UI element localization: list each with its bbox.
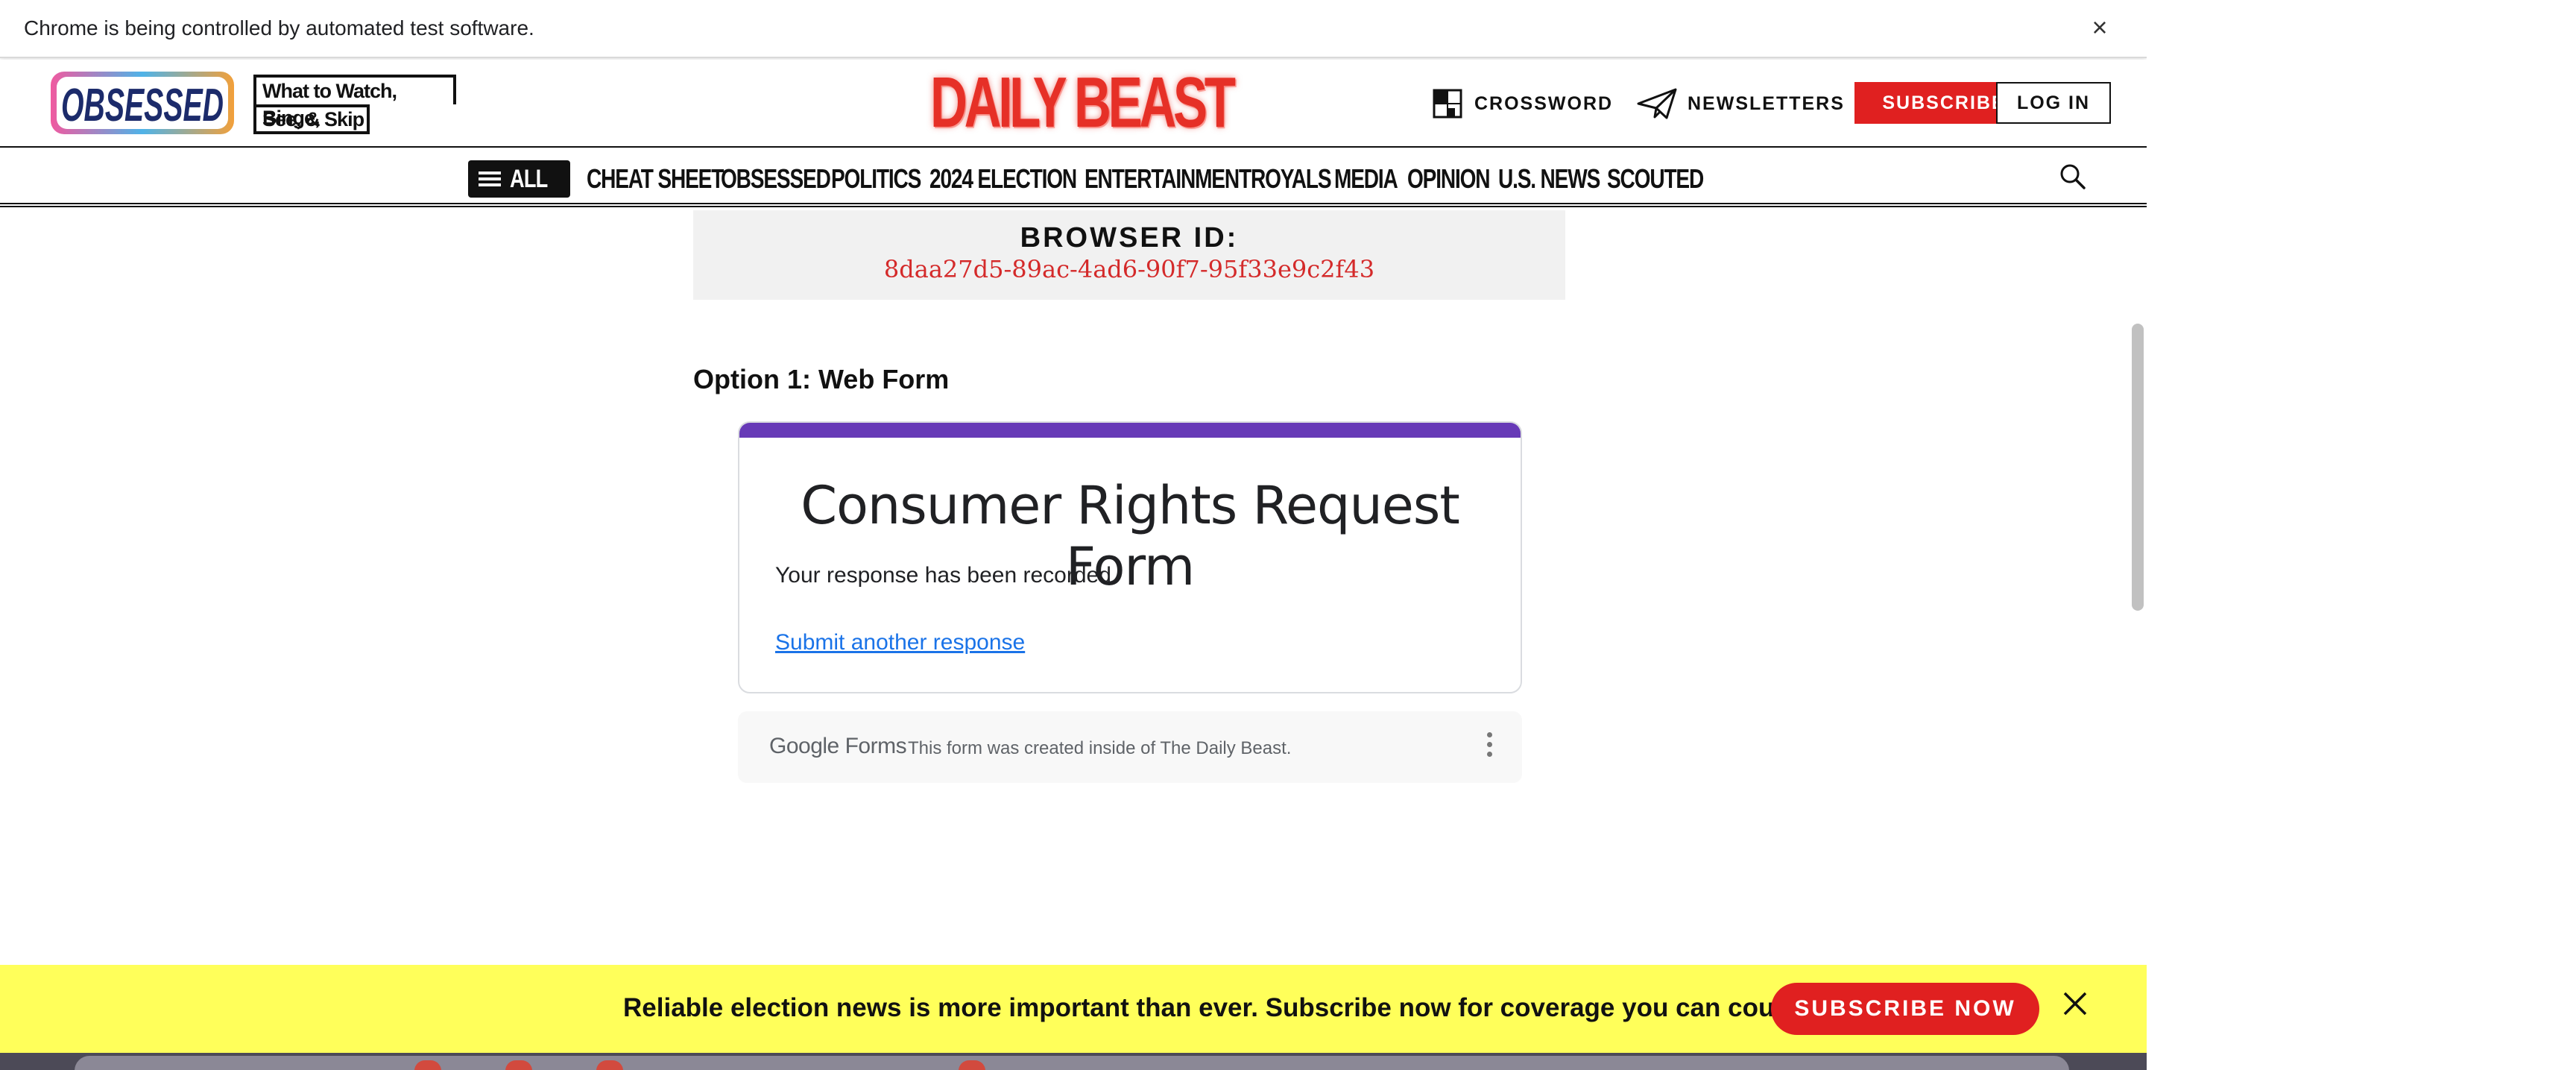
- obsessed-tagline: What to Watch, Binge, See, & Skip: [253, 75, 456, 134]
- promo-text: Reliable election news is more important…: [623, 993, 1846, 1022]
- newsletters-link[interactable]: NEWSLETTERS: [1637, 86, 1845, 121]
- nav-item-politics[interactable]: POLITICS: [831, 160, 921, 198]
- infobar-close-button[interactable]: ×: [2083, 10, 2117, 45]
- nav-item-us-news[interactable]: U.S. NEWS: [1498, 160, 1600, 198]
- newsletters-label: NEWSLETTERS: [1688, 92, 1845, 114]
- nav-item-royals[interactable]: ROYALS: [1251, 160, 1332, 198]
- infobar-message: Chrome is being controlled by automated …: [24, 16, 534, 40]
- google-forms-footer: Google Forms This form was created insid…: [738, 711, 1522, 783]
- all-menu-label: ALL: [510, 164, 548, 193]
- nav-item-cheat-sheet[interactable]: CHEAT SHEET: [587, 160, 724, 198]
- nav-item-entertainment[interactable]: ENTERTAINMENT: [1085, 160, 1251, 198]
- browser-id-title: BROWSER ID:: [1020, 222, 1239, 254]
- automation-infobar: Chrome is being controlled by automated …: [0, 0, 2147, 58]
- close-icon: [2063, 992, 2087, 1016]
- desktop-margin: [2147, 0, 2576, 1070]
- paper-plane-icon: [1637, 88, 1677, 119]
- option-heading: Option 1: Web Form: [693, 364, 950, 394]
- subscribe-promo-banner: Reliable election news is more important…: [0, 965, 2147, 1053]
- log-in-button[interactable]: LOG IN: [1996, 82, 2111, 124]
- partially-visible-content-strip: [0, 1053, 2147, 1070]
- nav-items: ALL CHEAT SHEET OBSESSED POLITICS 2024 E…: [468, 160, 1704, 198]
- form-accent-bar: [739, 423, 1521, 438]
- nav-item-scouted[interactable]: SCOUTED: [1607, 160, 1704, 198]
- nav-item-2024-election[interactable]: 2024 ELECTION: [929, 160, 1077, 198]
- form-confirmation-message: Your response has been recorded.: [775, 563, 1118, 588]
- nav-item-media[interactable]: MEDIA: [1334, 160, 1398, 198]
- google-form-card: Consumer Rights Request Form Your respon…: [738, 421, 1522, 693]
- promo-close-button[interactable]: [2060, 989, 2090, 1019]
- more-options-icon[interactable]: [1485, 732, 1494, 762]
- subscribe-now-button[interactable]: SUBSCRIBE NOW: [1771, 983, 2039, 1035]
- main-nav: ALL CHEAT SHEET OBSESSED POLITICS 2024 E…: [0, 149, 2147, 207]
- all-menu-button[interactable]: ALL: [468, 160, 571, 198]
- submit-another-response-link[interactable]: Submit another response: [775, 630, 1025, 655]
- site-header: OBSESSED What to Watch, Binge, See, & Sk…: [0, 60, 2147, 148]
- tagline-line-2: See, & Skip: [253, 104, 370, 134]
- search-icon: [2060, 164, 2086, 189]
- tagline-line-1: What to Watch, Binge,: [253, 75, 456, 129]
- hamburger-icon: [479, 171, 501, 186]
- forms-footer-note: This form was created inside of The Dail…: [908, 738, 1292, 758]
- crossword-icon: [1433, 89, 1462, 119]
- page-scrollbar-thumb[interactable]: [2132, 324, 2144, 611]
- nav-item-opinion[interactable]: OPINION: [1407, 160, 1491, 198]
- google-forms-logo[interactable]: Google Forms: [769, 734, 907, 759]
- browser-id-value: 8daa27d5-89ac-4ad6-90f7-95f33e9c2f43: [883, 255, 1375, 283]
- svg-text:OBSESSED: OBSESSED: [61, 80, 224, 131]
- partial-strip-inner: [75, 1056, 2069, 1070]
- obsessed-logo[interactable]: OBSESSED: [48, 67, 237, 139]
- browser-viewport: Chrome is being controlled by automated …: [0, 0, 2147, 1070]
- crossword-label: CROSSWORD: [1474, 92, 1614, 114]
- crossword-link[interactable]: CROSSWORD: [1431, 86, 1613, 121]
- daily-beast-logo[interactable]: DAILY BEAST: [930, 64, 1236, 142]
- nav-item-obsessed[interactable]: OBSESSED: [721, 160, 831, 198]
- browser-id-box: BROWSER ID: 8daa27d5-89ac-4ad6-90f7-95f3…: [693, 210, 1565, 300]
- search-button[interactable]: [2057, 161, 2089, 192]
